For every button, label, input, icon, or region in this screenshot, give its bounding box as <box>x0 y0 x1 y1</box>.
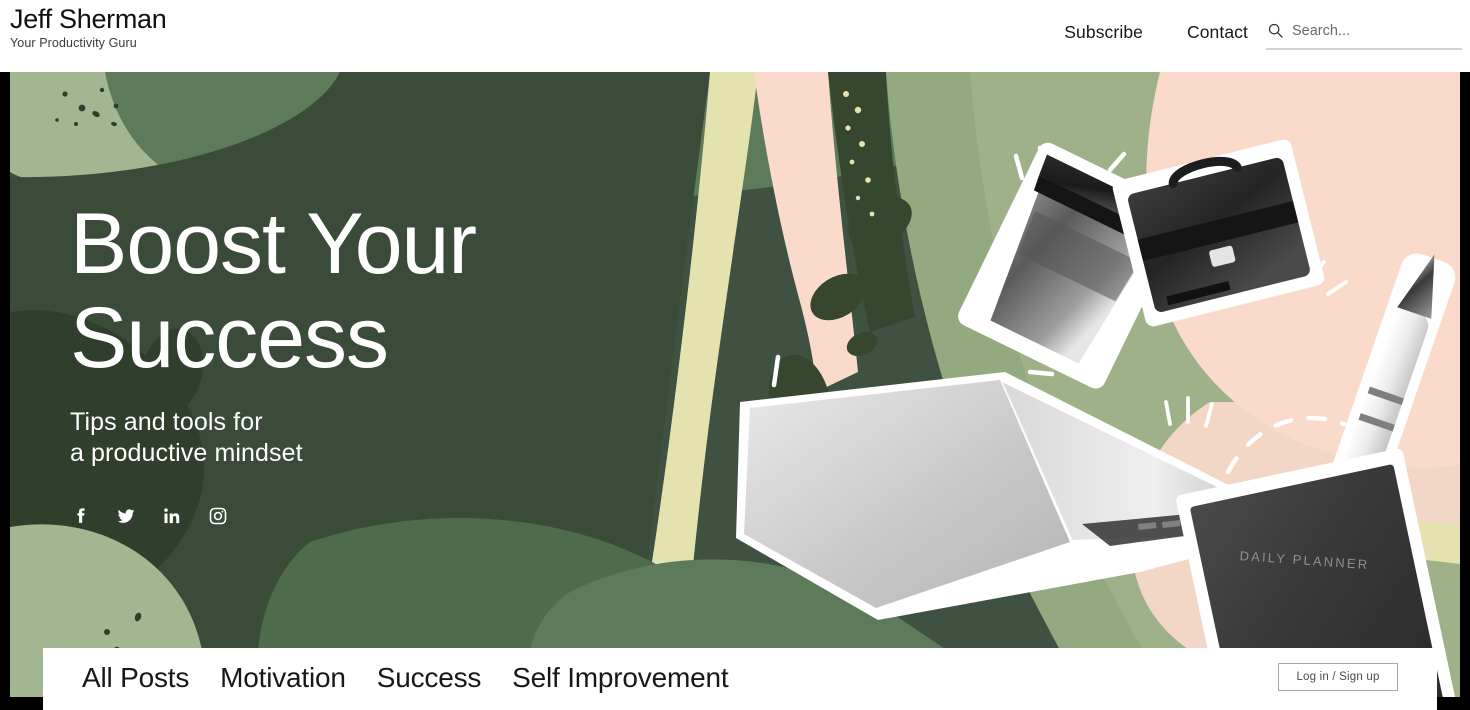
login-signup-button[interactable]: Log in / Sign up <box>1278 663 1398 691</box>
category-success[interactable]: Success <box>377 662 482 694</box>
primary-nav: Subscribe Contact <box>1064 22 1248 43</box>
brand-subtitle: Your Productivity Guru <box>10 36 137 50</box>
search-input[interactable] <box>1292 23 1442 39</box>
hero-copy: Boost Your Success Tips and tools for a … <box>70 196 477 526</box>
brand-title: Jeff Sherman <box>10 4 167 34</box>
brand-block[interactable]: Jeff Sherman Your Productivity Guru <box>10 4 167 51</box>
twitter-icon[interactable] <box>116 506 136 526</box>
social-links <box>70 506 476 526</box>
hero-title: Boost Your Success <box>70 196 477 386</box>
page-root: Jeff Sherman Your Productivity Guru Subs… <box>0 0 1470 710</box>
category-all-posts[interactable]: All Posts <box>82 662 189 694</box>
hero-subtitle: Tips and tools for a productive mindset <box>70 408 303 467</box>
nav-item-contact[interactable]: Contact <box>1187 22 1248 43</box>
linkedin-icon[interactable] <box>162 506 182 526</box>
site-header: Jeff Sherman Your Productivity Guru Subs… <box>0 0 1470 72</box>
category-links: All Posts Motivation Success Self Improv… <box>82 662 729 694</box>
facebook-icon[interactable] <box>70 506 90 526</box>
category-bar: All Posts Motivation Success Self Improv… <box>43 648 1437 710</box>
search-icon <box>1268 23 1283 38</box>
search-box[interactable] <box>1266 14 1462 50</box>
nav-item-subscribe[interactable]: Subscribe <box>1064 22 1143 43</box>
instagram-icon[interactable] <box>208 506 228 526</box>
category-self-improvement[interactable]: Self Improvement <box>512 662 728 694</box>
hero-banner: DAILY PLANNER Boost Your Success Tips an… <box>10 72 1460 697</box>
category-motivation[interactable]: Motivation <box>220 662 346 694</box>
